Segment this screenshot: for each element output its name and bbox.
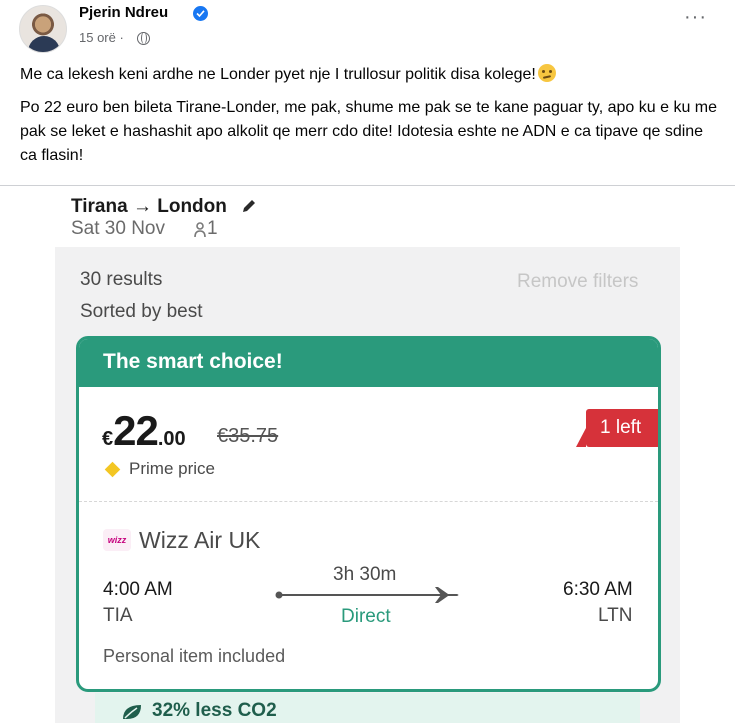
co2-label: 32% less CO2 [152, 700, 277, 721]
airline-name: Wizz Air UK [139, 527, 261, 553]
co2-banner: 32% less CO2 [95, 693, 640, 723]
flight-duration: 3h 30m [333, 564, 397, 585]
results-count: 30 results [80, 269, 163, 290]
thinking-emoji-icon [537, 64, 556, 82]
person-icon [194, 222, 206, 238]
flight-path-icon [275, 587, 459, 603]
card-title: The smart choice! [103, 350, 283, 373]
more-options-icon[interactable]: ··· [684, 7, 706, 34]
dashed-divider [79, 501, 658, 502]
arrival-time: 6:30 AM [563, 579, 633, 600]
travel-date: Sat 30 Nov [71, 218, 165, 239]
old-price: €35.75 [217, 425, 279, 447]
baggage-info: Personal item included [103, 646, 286, 666]
leaf-icon [123, 705, 141, 719]
price-whole: 22 [113, 407, 159, 454]
card-header: The smart choice! [79, 339, 658, 387]
globe-icon [137, 32, 150, 45]
wizz-air-logo-icon: wizz [103, 529, 131, 551]
passenger-count: 1 [207, 218, 218, 239]
post-header: Pjerin Ndreu 15 orë · ··· [0, 0, 735, 60]
remove-filters-link: Remove filters [517, 271, 639, 292]
departure-time: 4:00 AM [103, 579, 173, 600]
verified-badge-icon [193, 6, 208, 21]
post-text-line2: Po 22 euro ben bileta Tirane-Londer, me … [20, 99, 718, 164]
seats-left-badge: 1 left [576, 409, 658, 447]
sort-label: Sorted by best [80, 301, 203, 322]
avatar[interactable] [19, 5, 67, 53]
badge-label: 1 left [600, 417, 642, 438]
post-image[interactable]: Tirana → London Sat 30 Nov 1 30 results … [55, 186, 680, 723]
post-timestamp[interactable]: 15 orë · [79, 30, 124, 45]
route-title: Tirana → London [71, 196, 227, 217]
flight-card: The smart choice! €22.00 €35.75 Prime pr… [76, 336, 661, 692]
price: €22.00 [102, 407, 186, 455]
results-panel: 30 results Remove filters Sorted by best… [55, 247, 680, 723]
departure-airport: TIA [103, 605, 133, 626]
post-text-line1: Me ca lekesh keni ardhe ne Londer pyet n… [20, 63, 720, 87]
price-decimal: .00 [157, 428, 186, 450]
direct-label: Direct [341, 606, 391, 627]
price-currency: € [102, 428, 114, 450]
author-name[interactable]: Pjerin Ndreu [79, 4, 168, 21]
prime-price-label: Prime price [129, 459, 215, 478]
post-text-1: Me ca lekesh keni ardhe ne Londer pyet n… [20, 66, 536, 83]
diamond-icon [104, 461, 121, 478]
arrival-airport: LTN [598, 605, 633, 626]
pencil-icon [243, 200, 255, 212]
